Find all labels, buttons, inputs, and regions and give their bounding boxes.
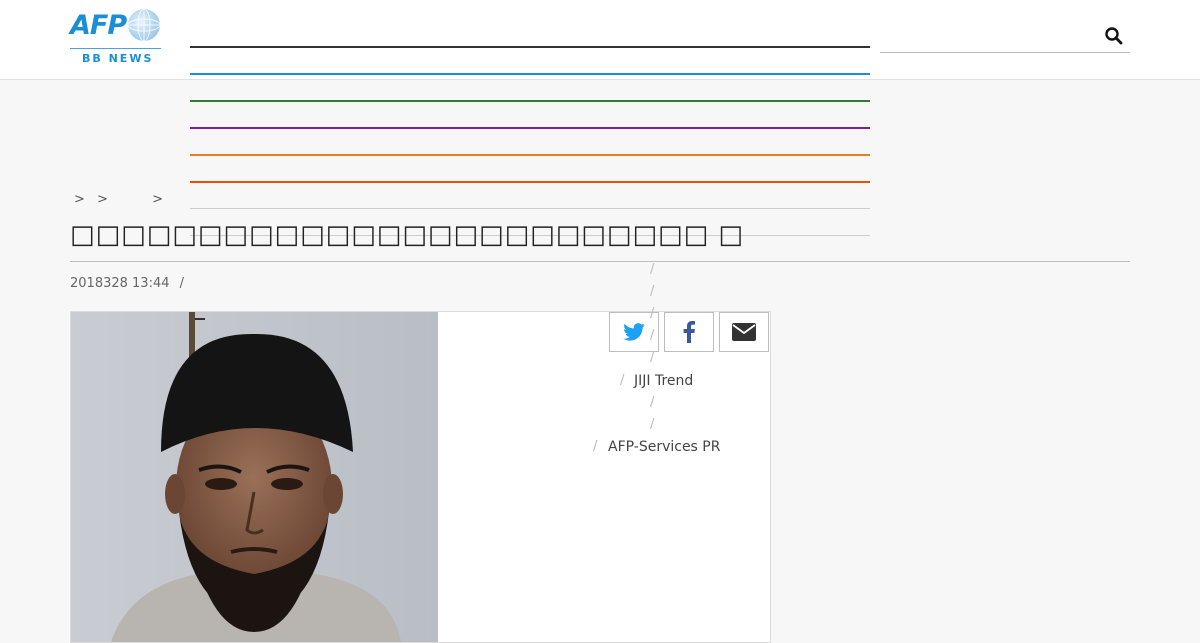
nav-menu-item-2[interactable]	[190, 73, 870, 75]
search-icon[interactable]	[1104, 26, 1124, 46]
share-facebook-button[interactable]	[664, 312, 714, 352]
side-link-separator: /	[650, 395, 655, 410]
mugshot-image	[71, 312, 438, 642]
site-header: AFP BB NEWS	[0, 0, 1200, 236]
facebook-icon	[683, 321, 695, 343]
search-box[interactable]	[880, 22, 1130, 53]
title-divider	[70, 261, 1130, 262]
article-photo[interactable]	[71, 312, 438, 642]
article-date: 2018328 13:44	[70, 276, 170, 291]
side-link-separator: /	[650, 350, 655, 365]
nav-menu-item-5[interactable]	[190, 154, 870, 156]
article-title: □□□□□□□□□□□□□□□□□□□□□□□□□ □	[70, 220, 744, 250]
share-email-button[interactable]	[719, 312, 769, 352]
article-meta: 2018328 13:44 /	[70, 276, 184, 291]
side-link-separator: /	[650, 306, 655, 321]
side-link-separator: /	[650, 284, 655, 299]
logo-text: AFP	[70, 10, 127, 41]
side-link-afp-services-pr[interactable]: AFP-Services PR	[608, 439, 720, 455]
breadcrumb-separator: >	[97, 192, 108, 207]
meta-separator: /	[179, 276, 185, 291]
side-link-jiji-trend[interactable]: JIJI Trend	[634, 373, 693, 389]
nav-menu-item-4[interactable]	[190, 127, 870, 129]
logo-divider	[70, 48, 161, 49]
nav-menu-item-3[interactable]	[190, 100, 870, 102]
breadcrumb: > > >	[70, 192, 163, 207]
side-link-separator: /	[650, 328, 655, 343]
article-card	[70, 311, 771, 643]
nav-menu-item-1[interactable]	[190, 46, 870, 48]
breadcrumb-separator: >	[152, 192, 163, 207]
side-link-separator: /	[620, 373, 625, 388]
logo-subtitle: BB NEWS	[82, 52, 154, 65]
twitter-icon	[623, 323, 645, 341]
nav-menu-item-6[interactable]	[190, 181, 870, 183]
side-link-separator: /	[650, 262, 655, 277]
side-link-separator: /	[593, 439, 598, 454]
side-link-separator: /	[650, 417, 655, 432]
globe-icon	[127, 8, 161, 42]
breadcrumb-separator: >	[74, 192, 85, 207]
site-logo[interactable]: AFP BB NEWS	[70, 8, 162, 65]
nav-menu-item-7[interactable]	[190, 208, 870, 209]
envelope-icon	[732, 323, 756, 341]
